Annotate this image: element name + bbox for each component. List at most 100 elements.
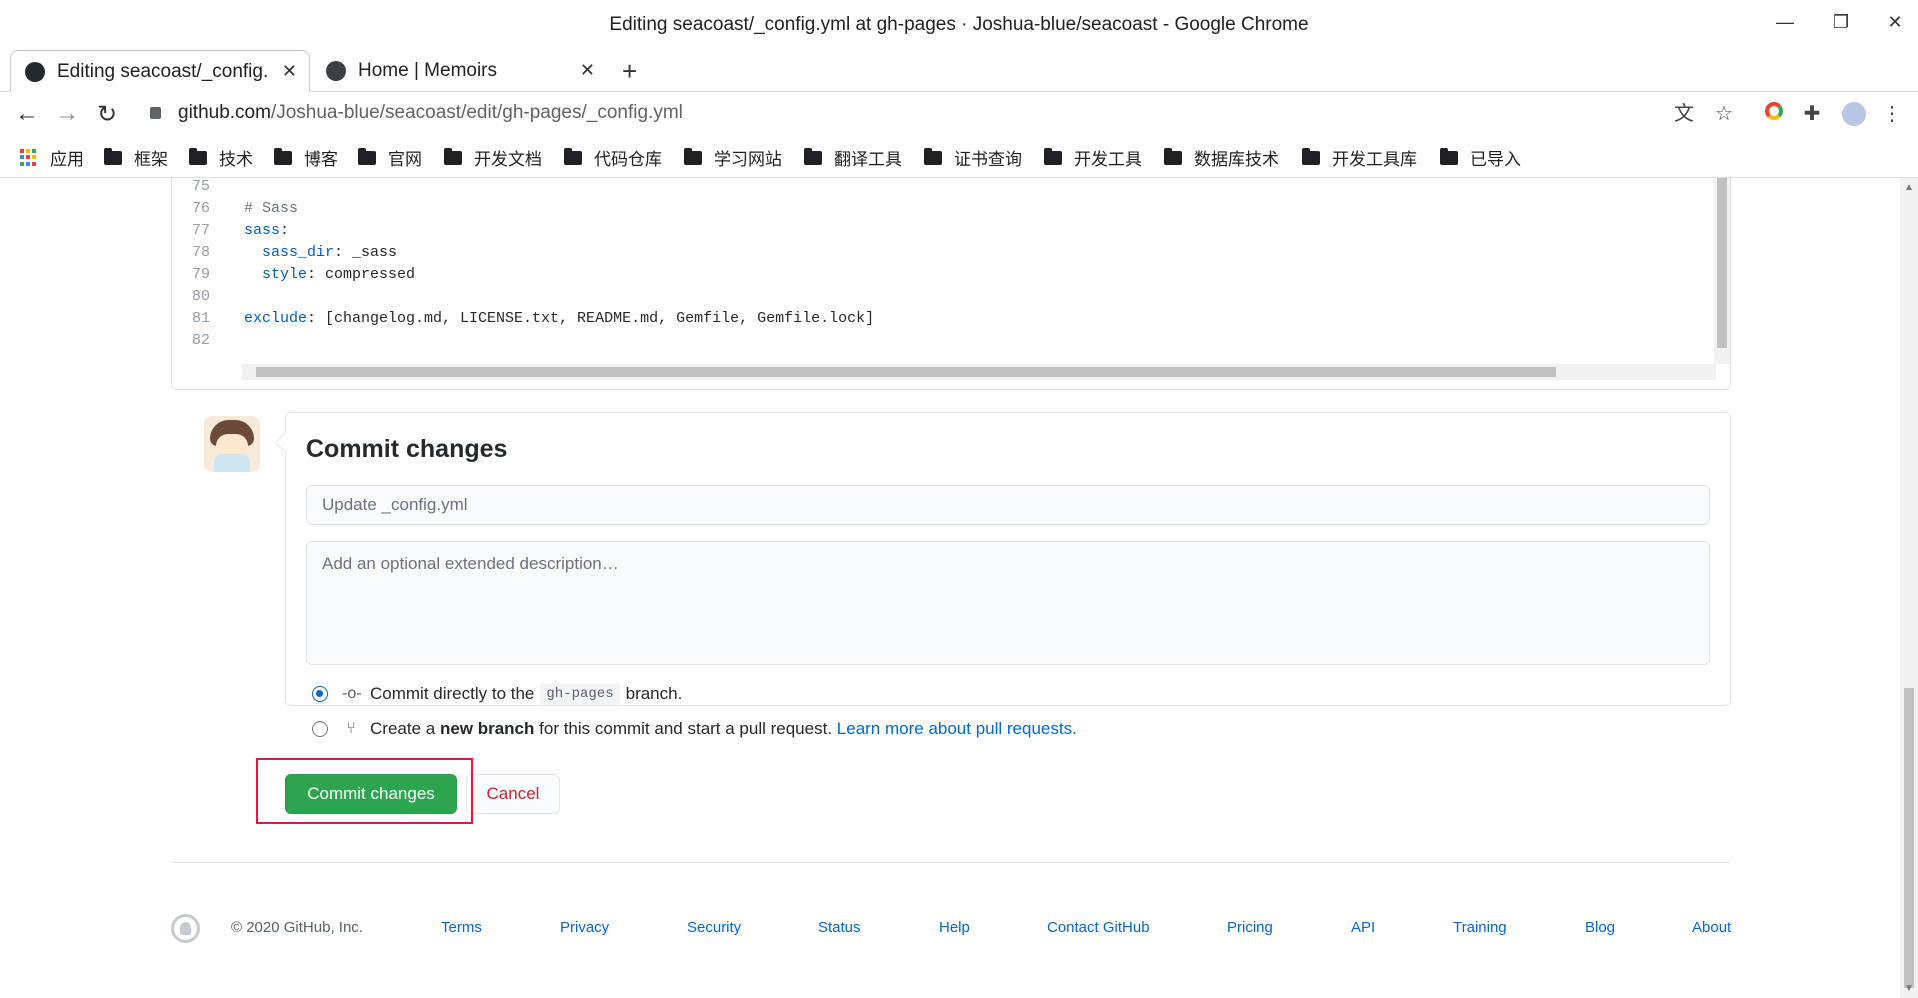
tab-home-memoirs[interactable]: Home | Memoirs ✕ (312, 50, 607, 92)
editor-horizontal-scrollbar[interactable] (242, 364, 1716, 380)
footer-link-about[interactable]: About (1692, 919, 1731, 936)
git-commit-icon: -o- (342, 685, 362, 702)
copyright-text: © 2020 GitHub, Inc. (231, 919, 363, 936)
footer-link-api[interactable]: API (1351, 919, 1375, 936)
title-bar: Editing seacoast/_config.yml at gh-pages… (0, 0, 1918, 44)
bookmark-folder[interactable]: 数据库技术 (1164, 145, 1279, 170)
folder-icon (564, 147, 582, 165)
translate-icon[interactable]: 文 (1672, 102, 1696, 126)
page-vertical-scrollbar[interactable]: ▲ ▼ (1900, 178, 1918, 998)
commit-description-textarea[interactable] (306, 541, 1710, 665)
tab-label: Home | Memoirs (358, 60, 498, 81)
close-icon[interactable]: ✕ (580, 60, 595, 81)
bookmark-label: 应用 (50, 150, 84, 169)
footer-link-security[interactable]: Security (687, 919, 741, 936)
footer-link-terms[interactable]: Terms (441, 919, 482, 936)
bookmark-folder[interactable]: 官网 (358, 145, 422, 170)
scroll-down-icon[interactable]: ▼ (1904, 983, 1914, 994)
bookmark-folder[interactable]: 框架 (104, 145, 168, 170)
learn-more-link[interactable]: Learn more about pull requests. (837, 719, 1077, 739)
bookmark-folder[interactable]: 学习网站 (684, 145, 782, 170)
branch-name: gh-pages (540, 683, 620, 705)
profile-avatar[interactable] (1842, 102, 1866, 126)
bookmark-folder[interactable]: 博客 (274, 145, 338, 170)
new-tab-icon[interactable]: + (622, 56, 637, 87)
chrome-extension-icon[interactable] (1762, 102, 1786, 126)
bookmark-label: 开发文档 (474, 150, 542, 169)
github-icon (25, 61, 45, 82)
bookmark-label: 开发工具库 (1332, 150, 1417, 169)
lock-icon[interactable] (150, 107, 161, 119)
line-number: 77 (192, 222, 211, 239)
tab-strip: Editing seacoast/_config.yml ✕ Home | Me… (0, 44, 1918, 92)
line-text: sass: (244, 222, 290, 239)
bookmark-label: 证书查询 (954, 150, 1022, 169)
reload-icon[interactable]: ↻ (92, 100, 122, 129)
bookmark-label: 开发工具 (1074, 150, 1142, 169)
puzzle-icon[interactable]: ✚ (1800, 102, 1824, 126)
footer-link-privacy[interactable]: Privacy (560, 919, 609, 936)
bookmark-folder[interactable]: 代码仓库 (564, 145, 662, 170)
code-editor[interactable]: 74authorbox: disabled7576# Sass77sass:78… (171, 178, 1731, 390)
bookmark-folder[interactable]: 技术 (189, 145, 253, 170)
code-area[interactable]: 74authorbox: disabled7576# Sass77sass:78… (172, 178, 1712, 364)
folder-icon (358, 147, 376, 165)
tab-editing-config[interactable]: Editing seacoast/_config.yml ✕ (10, 50, 310, 92)
footer-link-blog[interactable]: Blog (1585, 919, 1615, 936)
avatar-body (214, 454, 250, 472)
folder-icon (684, 147, 702, 165)
page-content: 74authorbox: disabled7576# Sass77sass:78… (0, 178, 1900, 998)
github-logo-icon[interactable] (171, 914, 200, 943)
footer-link-pricing[interactable]: Pricing (1227, 919, 1273, 936)
menu-icon[interactable]: ⋮ (1880, 102, 1904, 126)
forward-icon[interactable]: → (52, 100, 82, 128)
bookmark-folder[interactable]: 开发工具 (1044, 145, 1142, 170)
bookmarks-bar: 应用 框架 技术 博客 官网 开发文档 代码仓库 学习网站 翻译工具 证书查询 … (0, 136, 1918, 178)
line-text: style: compressed (244, 266, 416, 283)
commit-message-input[interactable] (306, 485, 1710, 525)
line-number: 80 (192, 288, 211, 305)
radio-new-branch[interactable] (312, 721, 328, 737)
address-toolbar: ← → ↻ github.com/Joshua-blue/seacoast/ed… (0, 92, 1918, 136)
folder-icon (444, 147, 462, 165)
bookmark-folder[interactable]: 已导入 (1440, 145, 1521, 170)
bookmark-label: 数据库技术 (1194, 150, 1279, 169)
scroll-thumb[interactable] (256, 367, 1556, 377)
commit-changes-button[interactable]: Commit changes (285, 774, 457, 814)
editor-vertical-scrollbar[interactable] (1714, 178, 1730, 364)
option-text: branch. (625, 684, 683, 703)
bookmark-folder[interactable]: 证书查询 (924, 145, 1022, 170)
footer-link-help[interactable]: Help (939, 919, 970, 936)
folder-icon (804, 147, 822, 165)
star-icon[interactable]: ☆ (1712, 102, 1736, 126)
line-text: # Sass (244, 200, 299, 217)
footer-link-contact[interactable]: Contact GitHub (1047, 919, 1150, 936)
close-window-icon[interactable]: ✕ (1880, 10, 1910, 34)
footer-divider (171, 862, 1731, 863)
restore-icon[interactable]: ❐ (1826, 10, 1856, 34)
footer-link-training[interactable]: Training (1453, 919, 1507, 936)
commit-direct-option[interactable]: -o- Commit directly to the gh-pages bran… (312, 683, 682, 705)
option-text: Commit directly to the (370, 684, 535, 703)
scroll-thumb[interactable] (1717, 178, 1727, 348)
bookmark-folder[interactable]: 翻译工具 (804, 145, 902, 170)
bookmark-label: 博客 (304, 150, 338, 169)
close-icon[interactable]: ✕ (282, 61, 297, 82)
scroll-thumb[interactable] (1904, 688, 1914, 988)
bookmark-folder[interactable]: 开发文档 (444, 145, 542, 170)
back-icon[interactable]: ← (12, 100, 42, 128)
cancel-button[interactable]: Cancel (466, 774, 560, 814)
radio-commit-direct[interactable] (312, 686, 328, 702)
option-text: for this commit and start a pull request… (539, 719, 833, 738)
bookmark-folder[interactable]: 开发工具库 (1302, 145, 1417, 170)
line-number: 76 (192, 200, 211, 217)
folder-icon (1044, 147, 1062, 165)
bookmark-label: 代码仓库 (594, 150, 662, 169)
minimize-icon[interactable]: — (1770, 10, 1800, 34)
commit-new-branch-option[interactable]: ⑂ Create a new branch for this commit an… (312, 719, 1077, 739)
footer-link-status[interactable]: Status (818, 919, 861, 936)
folder-icon (189, 147, 207, 165)
scroll-up-icon[interactable]: ▲ (1904, 182, 1914, 193)
bookmark-apps[interactable]: 应用 (20, 145, 84, 170)
address-bar[interactable]: github.com/Joshua-blue/seacoast/edit/gh-… (178, 102, 683, 124)
